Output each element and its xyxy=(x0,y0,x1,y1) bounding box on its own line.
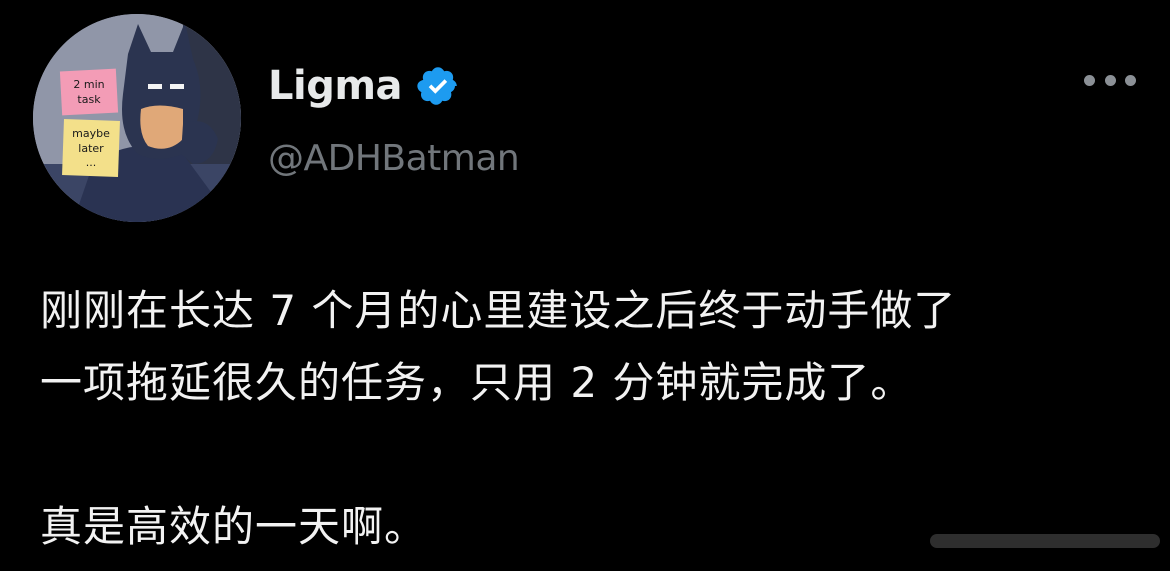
verified-badge-icon xyxy=(416,64,460,108)
tweet-line: 刚刚在长达 7 个月的心里建设之后终于动手做了 xyxy=(40,286,957,335)
tweet-card: 2 min task maybe later ... Ligma @ADHBat… xyxy=(0,0,1170,571)
more-dot-icon xyxy=(1125,74,1136,86)
author-name-row[interactable]: Ligma xyxy=(268,60,460,112)
note-bottom-line-1: maybe xyxy=(72,127,110,140)
note-bottom-line-2: later xyxy=(78,142,104,155)
user-handle[interactable]: @ADHBatman xyxy=(268,138,520,179)
display-name[interactable]: Ligma xyxy=(268,60,403,112)
note-bottom-line-3: ... xyxy=(86,156,97,169)
note-top-line-2: task xyxy=(77,93,101,106)
more-dot-icon xyxy=(1104,74,1116,86)
more-options-button[interactable] xyxy=(1084,66,1136,94)
tweet-line: 一项拖延很久的任务，只用 2 分钟就完成了。 xyxy=(40,358,914,407)
note-top-line-1: 2 min xyxy=(73,78,104,91)
avatar[interactable]: 2 min task maybe later ... xyxy=(33,14,241,222)
more-dot-icon xyxy=(1084,74,1095,86)
watermark xyxy=(930,520,1160,560)
batman-avatar-icon: 2 min task maybe later ... xyxy=(33,14,241,222)
